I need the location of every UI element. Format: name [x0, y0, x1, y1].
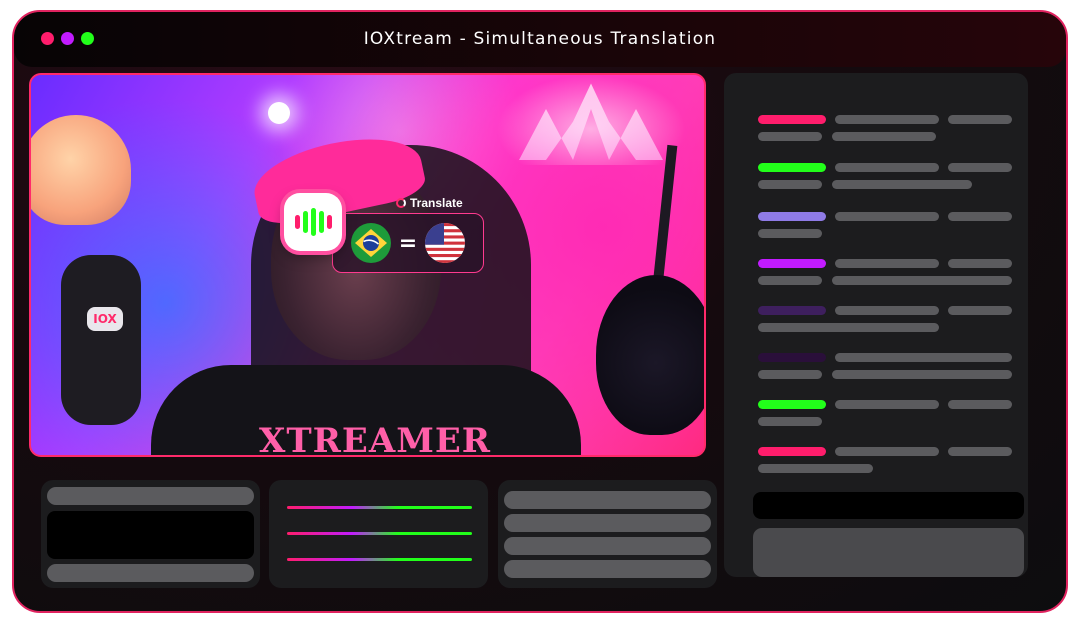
option-bar[interactable] [504, 560, 711, 578]
text-line [758, 370, 822, 379]
option-bar[interactable] [504, 537, 711, 555]
option-bar[interactable] [504, 514, 711, 532]
guitar [596, 275, 704, 435]
placeholder-bar [47, 564, 254, 582]
options-panel [498, 480, 717, 588]
speaker-tag [758, 115, 826, 124]
audio-bars-icon [294, 208, 332, 236]
plush-toy [31, 115, 131, 225]
controls-panel-left [41, 480, 260, 588]
transcript-sidebar [724, 73, 1028, 577]
translate-ring-icon [396, 198, 406, 208]
text-line [835, 163, 939, 172]
text-line [758, 180, 822, 189]
speaker-tag [758, 306, 826, 315]
text-line [948, 400, 1012, 409]
text-line [835, 447, 939, 456]
text-line [758, 417, 822, 426]
equals-sign: = [398, 230, 418, 256]
light-bulb [268, 102, 290, 124]
speaker-tag [758, 212, 826, 221]
text-line [758, 323, 939, 332]
preview-box [47, 511, 254, 559]
text-line [835, 259, 939, 268]
speaker-tag [758, 259, 826, 268]
translate-label: Translate [396, 196, 463, 210]
text-line [835, 212, 939, 221]
brazil-flag-icon [350, 223, 391, 263]
send-area[interactable] [753, 528, 1024, 577]
text-line [835, 353, 1012, 362]
window-title: IOXtream - Simultaneous Translation [363, 29, 717, 49]
audio-level-track[interactable] [287, 506, 472, 509]
text-line [758, 229, 822, 238]
microphone [61, 255, 141, 425]
speaker-tag [758, 163, 826, 172]
placeholder-bar [47, 487, 254, 505]
text-line [948, 306, 1012, 315]
text-line [758, 276, 822, 285]
text-line [948, 115, 1012, 124]
text-line [832, 132, 936, 141]
mic-logo: IOX [87, 307, 123, 331]
translate-label-text: Translate [410, 196, 463, 210]
option-bar[interactable] [504, 491, 711, 509]
speaker-tag [758, 447, 826, 456]
audio-level-track[interactable] [287, 532, 472, 535]
text-line [758, 132, 822, 141]
translate-app-icon[interactable] [284, 193, 342, 251]
text-line [948, 212, 1012, 221]
audio-levels-panel [269, 480, 488, 588]
text-line [948, 163, 1012, 172]
text-line [832, 276, 1012, 285]
usa-flag-icon [425, 223, 466, 263]
speaker-tag [758, 400, 826, 409]
text-line [758, 464, 873, 473]
text-line [832, 370, 1012, 379]
text-line [948, 259, 1012, 268]
text-line [948, 447, 1012, 456]
audio-level-track[interactable] [287, 558, 472, 561]
text-line [832, 180, 972, 189]
text-line [835, 306, 939, 315]
title-bar: IOXtream - Simultaneous Translation [14, 12, 1066, 67]
translation-panel[interactable]: = [332, 213, 484, 273]
shirt-print: XTREAMER [259, 421, 492, 457]
message-input[interactable] [753, 492, 1024, 519]
speaker-tag [758, 353, 826, 362]
text-line [835, 115, 939, 124]
text-line [835, 400, 939, 409]
